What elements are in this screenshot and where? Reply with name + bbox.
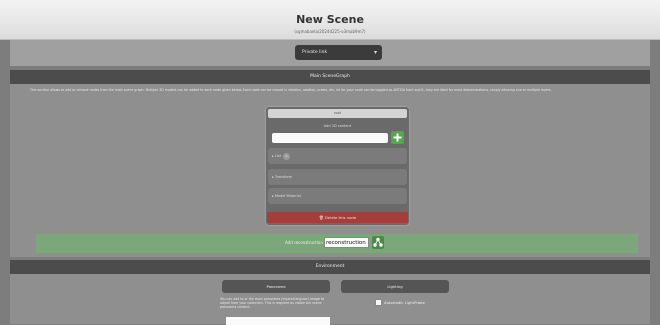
page-header: New Scene (sgmabaela/2024d225-o3mab9m7) (0, 0, 660, 40)
page-title: New Scene (296, 13, 364, 26)
delete-node-label: Delete this node (324, 215, 357, 220)
list-accordion[interactable]: ▸ List 0 (268, 148, 407, 164)
add-content-button[interactable] (391, 131, 404, 144)
panorama-description: You can add to or the main panorama (equ… (220, 297, 325, 310)
reconstruction-input[interactable] (324, 237, 369, 248)
privacy-select-value: Private link (302, 50, 328, 55)
add-content-input[interactable] (272, 133, 388, 143)
transform-accordion-label: Transform (274, 175, 293, 179)
environment-section-title: Environment (10, 260, 650, 274)
node-title: root (268, 109, 407, 118)
reconstruction-label: Add reconstruction (285, 240, 323, 245)
add-content-label: Add 3D content (323, 124, 352, 128)
auto-lightprobe-label: Automatic LightProbe (384, 300, 425, 305)
lighting-button[interactable]: Lighting (341, 280, 449, 293)
privacy-select[interactable]: Private link ▾ (295, 45, 382, 60)
transform-accordion[interactable]: ▸ Transform (268, 169, 407, 185)
delete-node-button[interactable]: 🗑 Delete this node (267, 212, 408, 223)
trash-icon: 🗑 (318, 215, 324, 220)
list-accordion-label: List (274, 154, 281, 158)
chevron-down-icon: ▾ (373, 49, 377, 56)
scenegraph-description: This section allows to add or remove nod… (30, 88, 552, 92)
plus-icon (393, 133, 402, 142)
auto-lightprobe-checkbox[interactable] (375, 299, 382, 306)
scenegraph-section-title: Main SceneGraph (10, 70, 650, 84)
model-material-accordion[interactable]: ▸ Model Material (268, 188, 407, 204)
panorama-button[interactable]: Panorama (222, 280, 330, 293)
scene-id-label: (sgmabaela/2024d225-o3mab9m7) (294, 29, 366, 34)
list-count-badge: 0 (283, 153, 290, 160)
reconstruction-button[interactable] (372, 236, 384, 249)
share-nodes-icon (373, 237, 383, 247)
model-material-accordion-label: Model Material (274, 194, 301, 198)
